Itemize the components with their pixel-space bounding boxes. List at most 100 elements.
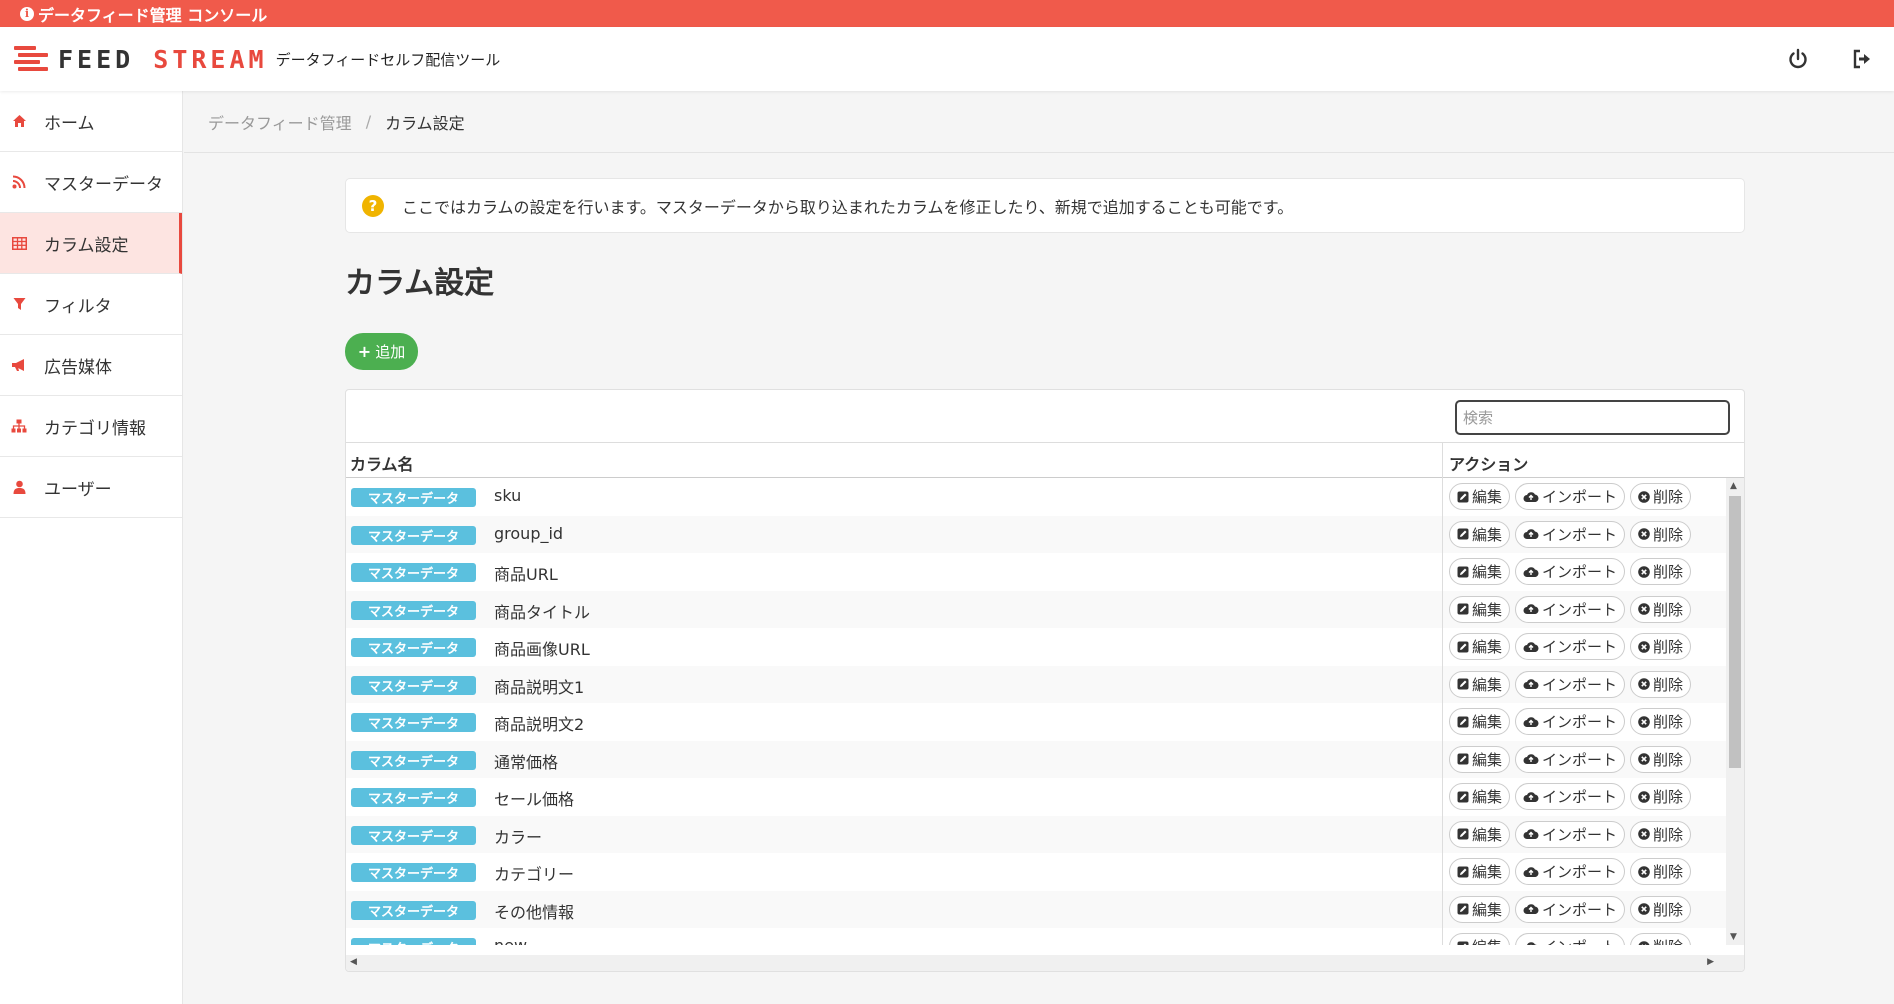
import-button[interactable]: インポート [1515,670,1626,698]
sidebar-item-home[interactable]: ホーム [0,91,182,152]
scrollbar-thumb[interactable] [1729,496,1741,768]
import-button[interactable]: インポート [1515,633,1626,661]
import-button[interactable]: インポート [1515,558,1626,586]
edit-button[interactable]: 編集 [1449,895,1511,923]
edit-button[interactable]: 編集 [1449,670,1511,698]
sidebar-item-user[interactable]: ユーザー [0,457,182,518]
delete-button[interactable]: 削除 [1630,858,1692,886]
edit-button[interactable]: 編集 [1449,745,1511,773]
search-input[interactable] [1455,400,1730,435]
sidebar-item-label: 広告媒体 [44,357,112,378]
cloud-upload-icon [1523,828,1539,840]
edit-button[interactable]: 編集 [1449,633,1511,661]
edit-button[interactable]: 編集 [1449,933,1511,945]
delete-label: 削除 [1653,488,1684,507]
import-button[interactable]: インポート [1515,820,1626,848]
delete-button[interactable]: 削除 [1630,895,1692,923]
filter-icon [10,297,28,311]
delete-button[interactable]: 削除 [1630,633,1692,661]
delete-button[interactable]: 削除 [1630,670,1692,698]
delete-button[interactable]: 削除 [1630,520,1692,548]
sidebar-item-category-info[interactable]: カテゴリ情報 [0,396,182,457]
edit-button[interactable]: 編集 [1449,820,1511,848]
scroll-up-icon[interactable]: ▲ [1730,481,1737,491]
master-data-badge: マスターデータ [351,863,476,882]
row-actions: 編集 インポート 削除 [1442,515,1692,553]
import-button[interactable]: インポート [1515,858,1626,886]
column-name-header[interactable]: カラム名 [350,451,414,475]
logout-icon[interactable] [1850,47,1874,71]
add-button-label: 追加 [375,343,406,361]
info-icon: i [20,6,34,21]
import-button[interactable]: インポート [1515,595,1626,623]
scroll-right-icon[interactable]: ▶ [1707,957,1714,967]
horizontal-scrollbar[interactable]: ◀ ▶ [346,955,1744,971]
import-button[interactable]: インポート [1515,483,1626,511]
sidebar-item-filter[interactable]: フィルタ [0,274,182,335]
import-label: インポート [1542,863,1618,882]
import-button[interactable]: インポート [1515,520,1626,548]
delete-label: 削除 [1653,936,1683,945]
import-label: インポート [1542,600,1618,619]
vertical-scrollbar[interactable]: ▲ ▼ [1726,478,1744,945]
delete-button[interactable]: 削除 [1630,933,1692,945]
table-row: マスターデータ 商品画像URL 編集 インポート 削除 [346,628,1726,666]
megaphone-icon [10,358,28,372]
import-label: インポート [1542,675,1618,694]
edit-icon [1457,603,1469,615]
delete-button[interactable]: 削除 [1630,558,1692,586]
edit-button[interactable]: 編集 [1449,783,1511,811]
master-data-badge: マスターデータ [351,563,476,582]
table-row: マスターデータ sku 編集 インポート 削除 [346,478,1726,516]
import-button[interactable]: インポート [1515,933,1626,945]
table-row: マスターデータ 商品説明文1 編集 インポート 削除 [346,665,1726,703]
edit-button[interactable]: 編集 [1449,858,1511,886]
master-data-badge: マスターデータ [351,713,476,732]
add-button[interactable]: + 追加 [345,333,418,370]
table-row: マスターデータ 通常価格 編集 インポート 削除 [346,740,1726,778]
logo[interactable]: FEED STREAM データフィードセルフ配信ツール [14,44,500,74]
import-label: インポート [1542,525,1618,544]
delete-label: 削除 [1653,825,1684,844]
row-actions: 編集 インポート 削除 [1442,815,1692,853]
import-button[interactable]: インポート [1515,783,1626,811]
delete-button[interactable]: 削除 [1630,745,1692,773]
master-data-badge: マスターデータ [351,525,476,545]
edit-button[interactable]: 編集 [1449,708,1511,736]
row-actions: 編集 インポート 削除 [1442,590,1692,628]
delete-button[interactable]: 削除 [1630,595,1692,623]
delete-button[interactable]: 削除 [1630,783,1692,811]
home-icon [10,114,28,128]
power-icon[interactable] [1786,47,1810,71]
row-actions: 編集 インポート 削除 [1442,628,1692,666]
scroll-left-icon[interactable]: ◀ [350,957,357,967]
import-button[interactable]: インポート [1515,708,1626,736]
import-button[interactable]: インポート [1515,745,1626,773]
breadcrumb-parent-link[interactable]: データフィード管理 [208,110,352,134]
sidebar-item-ad-media[interactable]: 広告媒体 [0,335,182,396]
close-circle-icon [1638,603,1650,616]
edit-label: 編集 [1472,936,1502,945]
edit-icon [1457,641,1469,653]
scroll-down-icon[interactable]: ▼ [1730,932,1737,942]
sidebar-item-master-data[interactable]: マスターデータ [0,152,182,213]
edit-button[interactable]: 編集 [1449,595,1511,623]
import-label: インポート [1542,936,1617,945]
column-name: 商品説明文1 [494,677,585,697]
row-actions: 編集 インポート 削除 [1442,553,1692,591]
delete-button[interactable]: 削除 [1630,483,1692,511]
delete-button[interactable]: 削除 [1630,820,1692,848]
edit-icon [1457,678,1469,690]
edit-label: 編集 [1472,488,1503,507]
master-data-badge: マスターデータ [351,600,476,620]
import-button[interactable]: インポート [1515,895,1626,923]
delete-button[interactable]: 削除 [1630,708,1692,736]
sidebar-item-column-settings[interactable]: カラム設定 [0,213,182,274]
delete-label: 削除 [1653,750,1684,769]
edit-button[interactable]: 編集 [1449,483,1511,511]
delete-label: 削除 [1653,713,1684,732]
edit-button[interactable]: 編集 [1449,520,1511,548]
cloud-upload-icon [1523,641,1539,653]
edit-label: 編集 [1472,825,1503,844]
edit-button[interactable]: 編集 [1449,558,1511,586]
